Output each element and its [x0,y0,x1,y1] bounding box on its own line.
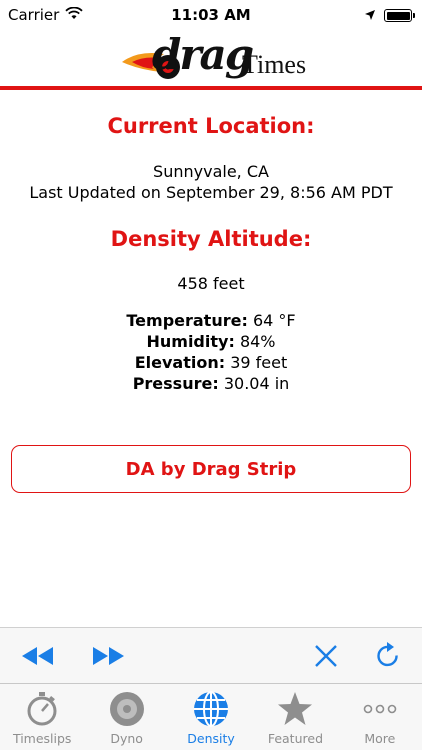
tab-density[interactable]: Density [169,684,253,750]
logo-drag-text: drag [152,30,254,79]
star-icon [275,689,315,729]
density-altitude-title: Density Altitude: [110,227,312,251]
stat-label: Pressure: [132,374,219,393]
tab-featured[interactable]: Featured [253,684,337,750]
more-icon [360,689,400,729]
logo-times-text: Times [242,50,307,79]
stat-value: 30.04 in [223,374,290,393]
stat-temperature: Temperature: 64 °F [0,310,422,331]
fast-forward-icon[interactable] [90,640,126,672]
dragtimes-logo: drag Times [118,28,308,84]
close-icon[interactable] [308,640,344,672]
status-right [364,6,415,25]
browser-toolbar [0,627,422,683]
app-header: drag Times [0,28,422,86]
density-altitude-value: 458 feet [177,274,245,293]
stat-label: Temperature: [126,311,248,330]
location-city: Sunnyvale, CA [153,162,269,181]
tab-timeslips[interactable]: Timeslips [0,684,84,750]
stat-value: 84% [239,332,276,351]
location-arrow-icon [364,6,376,25]
refresh-icon[interactable] [370,640,406,672]
tab-dyno[interactable]: Dyno [84,684,168,750]
header-divider [0,86,422,90]
stat-humidity: Humidity: 84% [0,331,422,352]
tab-label: Featured [267,731,323,746]
current-location-title: Current Location: [107,114,315,138]
tab-label: Dyno [110,731,143,746]
tab-label: More [364,731,396,746]
stat-elevation: Elevation: 39 feet [0,352,422,373]
tire-icon [107,689,147,729]
tab-label: Timeslips [12,731,72,746]
rewind-icon[interactable] [20,640,56,672]
status-time: 11:03 AM [171,6,251,24]
stat-label: Humidity: [146,332,235,351]
battery-icon [384,9,415,22]
stat-label: Elevation: [134,353,226,372]
stat-pressure: Pressure: 30.04 in [0,373,422,394]
tab-bar: Timeslips Dyno Density Featured More [0,683,422,750]
tab-label: Density [187,731,235,746]
last-updated-text: Last Updated on September 29, 8:56 AM PD… [29,183,393,202]
stat-value: 39 feet [230,353,288,372]
tab-more[interactable]: More [338,684,422,750]
da-by-drag-strip-button[interactable]: DA by Drag Strip [11,445,411,493]
globe-icon [191,689,231,729]
stat-value: 64 °F [252,311,296,330]
weather-stats: Temperature: 64 °F Humidity: 84% Elevati… [0,310,422,394]
stopwatch-icon [22,689,62,729]
